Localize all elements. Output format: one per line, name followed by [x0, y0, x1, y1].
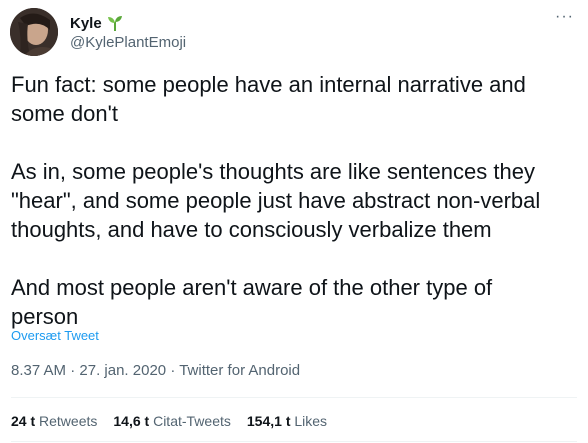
tweet-source[interactable]: Twitter for Android — [179, 362, 300, 379]
tweet-header: Kyle @KylePlantEmoji ··· — [10, 8, 578, 58]
retweets-count: 24 t — [11, 413, 36, 429]
translate-tweet-link[interactable]: Oversæt Tweet — [11, 328, 99, 343]
tweet-card: Kyle @KylePlantEmoji ··· Fun fact: some … — [0, 0, 588, 443]
divider — [11, 441, 577, 442]
quote-tweets-stat[interactable]: 14,6 t Citat-Tweets — [113, 413, 231, 429]
user-handle[interactable]: @KylePlantEmoji — [70, 34, 186, 51]
tweet-stats: 24 t Retweets 14,6 t Citat-Tweets 154,1 … — [11, 413, 327, 429]
retweets-label: Retweets — [39, 413, 98, 429]
display-name[interactable]: Kyle — [70, 15, 102, 32]
likes-count: 154,1 t — [246, 413, 291, 429]
quotes-label: Citat-Tweets — [153, 413, 231, 429]
tweet-meta: 8.37 AM · 27. jan. 2020 · Twitter for An… — [11, 362, 300, 379]
more-options-icon[interactable]: ··· — [555, 8, 574, 26]
quotes-count: 14,6 t — [113, 413, 150, 429]
seedling-icon — [107, 16, 122, 31]
meta-separator: · — [170, 362, 176, 379]
avatar[interactable] — [10, 8, 58, 56]
avatar-image — [10, 8, 58, 56]
meta-separator: · — [70, 362, 76, 379]
likes-label: Likes — [294, 413, 328, 429]
retweets-stat[interactable]: 24 t Retweets — [11, 413, 97, 429]
tweet-text: Fun fact: some people have an internal n… — [11, 72, 541, 329]
tweet-time[interactable]: 8.37 AM — [11, 362, 66, 379]
divider — [11, 397, 577, 398]
name-line: Kyle — [70, 14, 124, 32]
tweet-date[interactable]: 27. jan. 2020 — [79, 362, 166, 379]
likes-stat[interactable]: 154,1 t Likes — [247, 413, 327, 429]
